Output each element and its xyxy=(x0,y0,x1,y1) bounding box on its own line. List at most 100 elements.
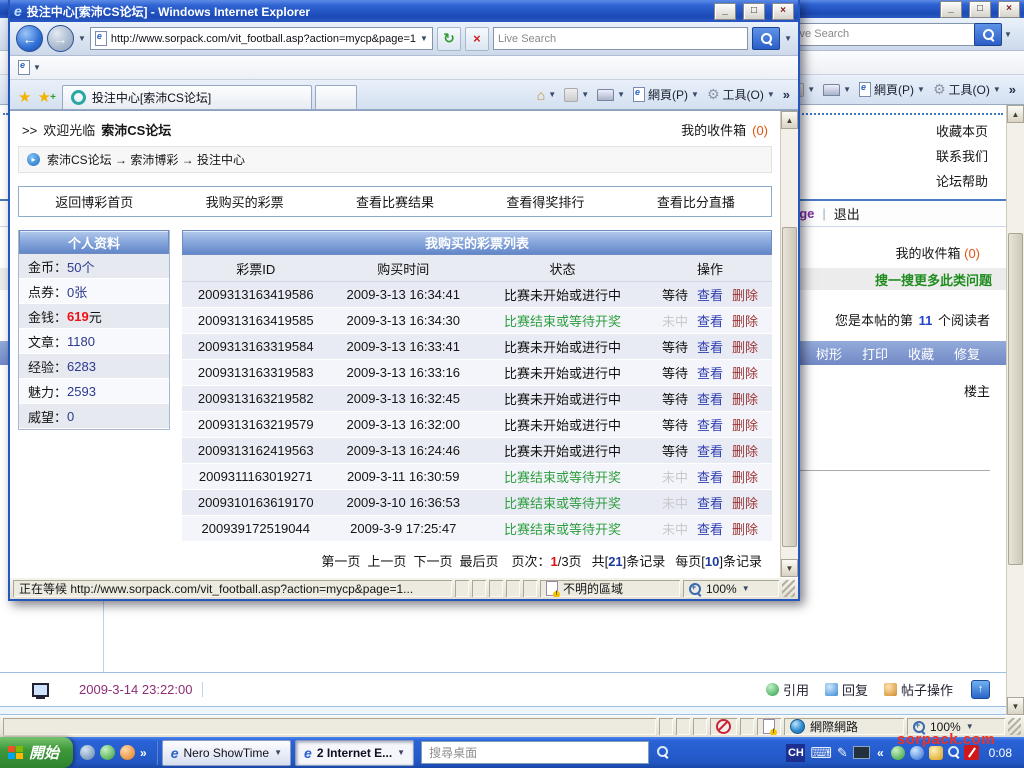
quick-launch-app-icon[interactable] xyxy=(120,745,135,760)
tools-menu-button[interactable]: ⚙工具(O)▼ xyxy=(704,84,778,105)
scroll-up-arrow[interactable]: ▲ xyxy=(781,111,798,129)
tab-betting-center[interactable]: 投注中心[索沛CS论坛] xyxy=(62,85,312,109)
search-go-button[interactable]: ▼ xyxy=(974,23,1012,46)
bg-vertical-scrollbar[interactable]: ▲ ▼ xyxy=(1006,105,1024,715)
inbox-link[interactable]: 我的收件箱 xyxy=(895,246,960,261)
minimize-button[interactable]: _ xyxy=(714,3,736,20)
keyboard-icon[interactable]: ⌨ xyxy=(810,744,832,762)
print-button[interactable]: ▼ xyxy=(820,82,854,98)
scroll-down-arrow[interactable]: ▼ xyxy=(1007,697,1024,715)
view-link[interactable]: 查看 xyxy=(697,441,723,460)
forward-button[interactable]: → xyxy=(47,25,74,52)
page-link[interactable]: 第一页 xyxy=(321,554,360,569)
quick-page-icon[interactable] xyxy=(18,60,30,75)
page-link[interactable]: 下一页 xyxy=(413,554,452,569)
fg-title-bar[interactable]: e 投注中心[索沛CS论坛] - Windows Internet Explor… xyxy=(10,0,798,22)
add-favorite-icon[interactable]: ★ xyxy=(34,87,53,109)
view-link[interactable]: 查看 xyxy=(697,285,723,304)
search-go-button[interactable] xyxy=(752,27,780,50)
post-toolbar-link[interactable]: 收藏 xyxy=(908,344,934,363)
resize-grip[interactable] xyxy=(782,580,795,597)
fg-vertical-scrollbar[interactable]: ▲ ▼ xyxy=(780,111,798,577)
live-search-input[interactable]: Live Search xyxy=(786,23,976,46)
post-toolbar-link[interactable]: 树形 xyxy=(816,344,842,363)
history-chevron-icon[interactable]: ▼ xyxy=(78,34,86,43)
delete-link[interactable]: 删除 xyxy=(732,311,758,330)
chevron-down-icon[interactable]: ▼ xyxy=(33,63,41,72)
back-button[interactable]: ← xyxy=(16,25,43,52)
feeds-button[interactable]: ▼ xyxy=(561,86,592,104)
refresh-button[interactable]: ↻ xyxy=(437,27,461,51)
task-button[interactable]: e Nero ShowTime ▼ xyxy=(162,740,291,766)
zoom-control[interactable]: 100%▼ xyxy=(683,580,779,597)
task-button[interactable]: e 2 Internet E... ▼ xyxy=(295,740,414,766)
quick-launch-desktop-icon[interactable] xyxy=(80,745,95,760)
language-indicator[interactable]: CH xyxy=(786,744,805,762)
view-link[interactable]: 查看 xyxy=(697,519,723,538)
print-button[interactable]: ▼ xyxy=(594,87,628,103)
close-button[interactable]: × xyxy=(772,3,794,20)
quick-launch-media-icon[interactable] xyxy=(100,745,115,760)
new-tab-stub[interactable] xyxy=(315,85,357,109)
chevron-down-icon[interactable]: ▼ xyxy=(1004,30,1012,39)
favorites-star-icon[interactable]: ★ xyxy=(15,87,34,109)
scroll-thumb[interactable] xyxy=(782,227,797,547)
live-search-input[interactable]: Live Search xyxy=(493,27,748,50)
home-button[interactable]: ⌂▼ xyxy=(534,85,559,105)
restore-button[interactable]: □ xyxy=(743,3,765,20)
page-link[interactable]: 上一页 xyxy=(367,554,406,569)
delete-link[interactable]: 删除 xyxy=(732,337,758,356)
page-menu-button[interactable]: 網頁(P)▼ xyxy=(856,79,928,100)
inbox-link[interactable]: 我的收件箱 xyxy=(681,120,746,139)
view-link[interactable]: 查看 xyxy=(697,493,723,512)
post-toolbar-link[interactable]: 打印 xyxy=(862,344,888,363)
post-toolbar-link[interactable]: 修复 xyxy=(954,344,980,363)
view-link[interactable]: 查看 xyxy=(697,415,723,434)
minimize-button[interactable]: _ xyxy=(940,1,962,18)
start-button[interactable]: 開始 xyxy=(0,737,73,768)
nav-link[interactable]: 查看得奖排行 xyxy=(470,187,620,216)
delete-link[interactable]: 删除 xyxy=(732,285,758,304)
view-link[interactable]: 查看 xyxy=(697,467,723,486)
stop-button[interactable]: × xyxy=(465,27,489,51)
delete-link[interactable]: 删除 xyxy=(732,493,758,512)
post-action-link[interactable]: 帖子操作 xyxy=(884,680,953,699)
overflow-chevron[interactable]: » xyxy=(1006,82,1019,97)
tray-collapse-chevron[interactable]: « xyxy=(875,746,886,760)
resize-grip[interactable] xyxy=(1008,718,1021,735)
monitor-tray-icon[interactable] xyxy=(853,746,870,759)
logout-link[interactable]: 退出 xyxy=(834,204,860,223)
close-button[interactable]: × xyxy=(998,1,1020,18)
desktop-search-icon[interactable] xyxy=(657,745,668,760)
desktop-search-input[interactable]: 搜尋桌面 xyxy=(421,741,649,764)
nav-link[interactable]: 查看比分直播 xyxy=(621,187,771,216)
search-options-chevron[interactable]: ▼ xyxy=(784,34,792,43)
search-more-link[interactable]: 搜一搜更多此类问题 xyxy=(875,270,992,289)
delete-link[interactable]: 删除 xyxy=(732,519,758,538)
view-link[interactable]: 查看 xyxy=(697,389,723,408)
breadcrumb-path[interactable]: 索沛CS论坛 → 索沛博彩 → 投注中心 xyxy=(47,151,245,168)
scroll-top-button[interactable]: ↑ xyxy=(971,680,990,699)
page-menu-button[interactable]: 網頁(P)▼ xyxy=(630,84,702,105)
scroll-up-arrow[interactable]: ▲ xyxy=(1007,105,1024,123)
quick-launch-overflow-chevron[interactable]: » xyxy=(140,746,147,760)
post-action-link[interactable]: 引用 xyxy=(766,680,809,699)
view-link[interactable]: 查看 xyxy=(697,363,723,382)
delete-link[interactable]: 删除 xyxy=(732,467,758,486)
scroll-down-arrow[interactable]: ▼ xyxy=(781,559,798,577)
delete-link[interactable]: 删除 xyxy=(732,441,758,460)
view-link[interactable]: 查看 xyxy=(697,337,723,356)
tools-menu-button[interactable]: ⚙工具(O)▼ xyxy=(930,79,1004,100)
nav-link[interactable]: 我购买的彩票 xyxy=(169,187,319,216)
delete-link[interactable]: 删除 xyxy=(732,389,758,408)
delete-link[interactable]: 删除 xyxy=(732,415,758,434)
overflow-chevron[interactable]: » xyxy=(780,87,793,102)
nav-link[interactable]: 查看比赛结果 xyxy=(320,187,470,216)
url-dropdown-icon[interactable]: ▼ xyxy=(420,34,428,43)
view-link[interactable]: 查看 xyxy=(697,311,723,330)
page-link[interactable]: 最后页 xyxy=(459,554,498,569)
pen-input-icon[interactable]: ✎ xyxy=(837,745,848,761)
restore-button[interactable]: □ xyxy=(969,1,991,18)
post-action-link[interactable]: 回复 xyxy=(825,680,868,699)
nav-link[interactable]: 返回博彩首页 xyxy=(19,187,169,216)
